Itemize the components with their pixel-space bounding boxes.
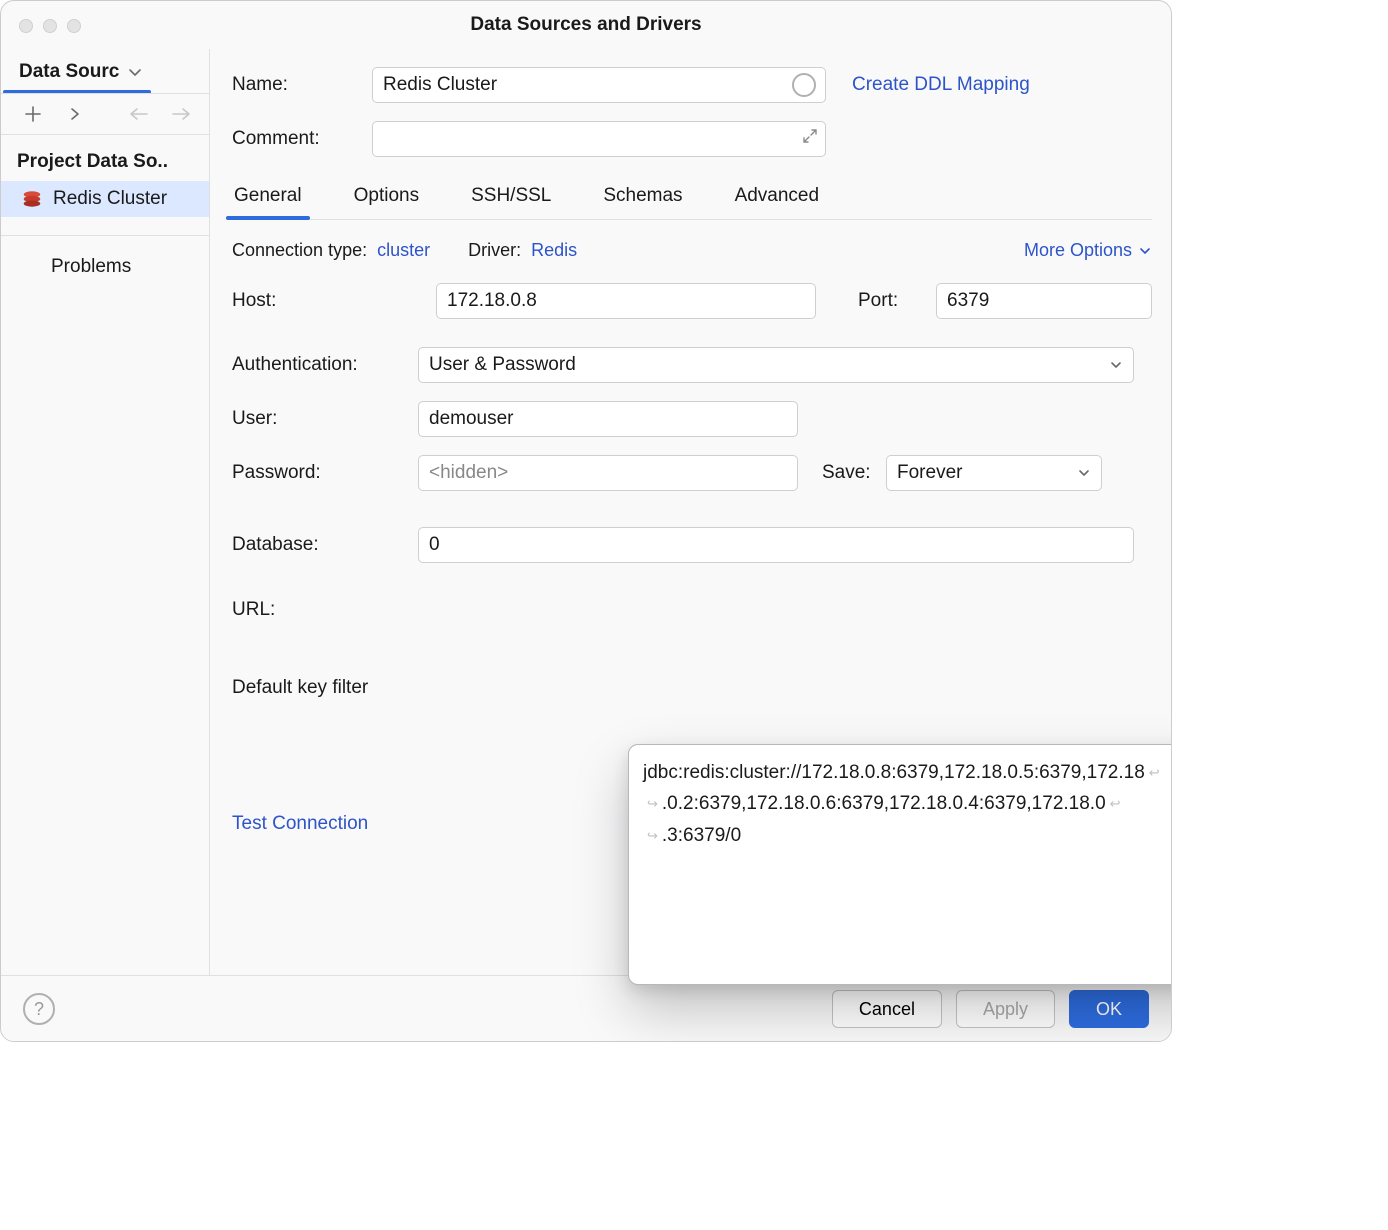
dialog-window: Data Sources and Drivers Data Sourc bbox=[0, 0, 1172, 1042]
tab-options[interactable]: Options bbox=[352, 185, 421, 219]
url-text-line3: .3:6379/0 bbox=[662, 820, 741, 851]
authentication-label: Authentication: bbox=[232, 354, 418, 376]
url-text-line1: jdbc:redis:cluster://172.18.0.8:6379,172… bbox=[643, 757, 1145, 788]
name-label: Name: bbox=[232, 74, 372, 96]
password-label: Password: bbox=[232, 462, 418, 484]
user-row: User: bbox=[232, 401, 1152, 437]
comment-label: Comment: bbox=[232, 128, 372, 150]
save-label: Save: bbox=[822, 462, 886, 484]
close-window-button[interactable] bbox=[19, 19, 33, 33]
default-key-filter-label: Default key filter bbox=[232, 677, 418, 699]
connection-meta-row: Connection type: cluster Driver: Redis M… bbox=[232, 240, 1152, 261]
port-label: Port: bbox=[858, 290, 918, 312]
apply-button[interactable]: Apply bbox=[956, 990, 1055, 1028]
authentication-row: Authentication: User & Password bbox=[232, 347, 1152, 383]
url-label: URL: bbox=[232, 599, 418, 621]
driver-label: Driver: bbox=[468, 240, 521, 261]
nav-back-button[interactable] bbox=[129, 104, 149, 124]
name-row: Name: Create DDL Mapping bbox=[232, 67, 1152, 103]
port-input[interactable] bbox=[936, 283, 1152, 319]
test-connection-link[interactable]: Test Connection bbox=[232, 813, 368, 834]
connection-type-value[interactable]: cluster bbox=[377, 240, 430, 261]
tab-schemas[interactable]: Schemas bbox=[601, 185, 684, 219]
more-options-link[interactable]: More Options bbox=[1024, 240, 1152, 261]
password-input[interactable] bbox=[418, 455, 798, 491]
host-input[interactable] bbox=[436, 283, 816, 319]
database-label: Database: bbox=[232, 534, 418, 556]
soft-wrap-icon: ↩ bbox=[1110, 793, 1121, 814]
sidebar-item-label: Redis Cluster bbox=[53, 188, 167, 210]
nav-forward-button[interactable] bbox=[171, 104, 191, 124]
chevron-down-icon bbox=[127, 64, 143, 80]
dialog-footer: ? Cancel Apply OK bbox=[1, 976, 1171, 1042]
sidebar-tab-data-sources[interactable]: Data Sourc bbox=[3, 51, 151, 93]
soft-wrap-icon: ↪ bbox=[647, 793, 658, 814]
expand-icon[interactable] bbox=[802, 128, 818, 150]
minimize-window-button[interactable] bbox=[43, 19, 57, 33]
connection-type-label: Connection type: bbox=[232, 240, 367, 261]
url-popup[interactable]: jdbc:redis:cluster://172.18.0.8:6379,172… bbox=[628, 744, 1172, 985]
color-picker-button[interactable] bbox=[792, 73, 816, 97]
chevron-down-icon bbox=[1077, 466, 1091, 480]
maximize-window-button[interactable] bbox=[67, 19, 81, 33]
chevron-down-icon bbox=[1109, 358, 1123, 372]
tabs-bar: General Options SSH/SSL Schemas Advanced bbox=[232, 185, 1152, 220]
soft-wrap-icon: ↩ bbox=[1149, 762, 1160, 783]
tab-general[interactable]: General bbox=[232, 185, 304, 219]
tab-ssh-ssl[interactable]: SSH/SSL bbox=[469, 185, 553, 219]
chevron-down-icon bbox=[1138, 244, 1152, 258]
window-title: Data Sources and Drivers bbox=[470, 14, 701, 36]
titlebar: Data Sources and Drivers bbox=[1, 1, 1171, 49]
save-select[interactable]: Forever bbox=[886, 455, 1102, 491]
ok-button[interactable]: OK bbox=[1069, 990, 1149, 1028]
sidebar-item-redis-cluster[interactable]: Redis Cluster bbox=[1, 181, 209, 217]
sidebar: Data Sourc Project Data So bbox=[1, 49, 210, 975]
sidebar-section-label: Project Data So.. bbox=[1, 135, 209, 181]
name-input[interactable] bbox=[372, 67, 826, 103]
database-input[interactable] bbox=[418, 527, 1134, 563]
add-button[interactable] bbox=[23, 104, 43, 124]
tab-advanced[interactable]: Advanced bbox=[733, 185, 822, 219]
sidebar-toolbar bbox=[1, 94, 209, 135]
forward-chevron-icon[interactable] bbox=[65, 104, 85, 124]
problems-label: Problems bbox=[51, 256, 131, 277]
user-label: User: bbox=[232, 408, 418, 430]
sidebar-tab-label: Data Sourc bbox=[19, 61, 119, 83]
help-button[interactable]: ? bbox=[23, 993, 55, 1025]
main-content: Data Sourc Project Data So bbox=[1, 49, 1171, 976]
redis-icon bbox=[21, 188, 43, 210]
comment-input[interactable] bbox=[372, 121, 826, 157]
comment-row: Comment: bbox=[232, 121, 1152, 157]
soft-wrap-icon: ↪ bbox=[647, 825, 658, 846]
create-ddl-mapping-link[interactable]: Create DDL Mapping bbox=[852, 74, 1030, 96]
more-options-label: More Options bbox=[1024, 240, 1132, 261]
host-label: Host: bbox=[232, 290, 418, 312]
url-row: URL: bbox=[232, 599, 1152, 621]
database-row: Database: bbox=[232, 527, 1152, 563]
window-controls bbox=[19, 19, 81, 33]
password-row: Password: Save: Forever bbox=[232, 455, 1152, 491]
authentication-select[interactable]: User & Password bbox=[418, 347, 1134, 383]
sidebar-item-problems[interactable]: Problems bbox=[1, 236, 209, 286]
cancel-button[interactable]: Cancel bbox=[832, 990, 942, 1028]
authentication-value: User & Password bbox=[429, 354, 576, 376]
content-panel: Name: Create DDL Mapping Comment: Genera… bbox=[210, 49, 1172, 975]
driver-value[interactable]: Redis bbox=[531, 240, 577, 261]
sidebar-tabs: Data Sourc bbox=[1, 49, 209, 94]
default-key-filter-row: Default key filter bbox=[232, 677, 1152, 699]
save-value: Forever bbox=[897, 462, 962, 484]
user-input[interactable] bbox=[418, 401, 798, 437]
host-port-row: Host: Port: bbox=[232, 283, 1152, 319]
url-text-line2: .0.2:6379,172.18.0.6:6379,172.18.0.4:637… bbox=[662, 788, 1106, 819]
